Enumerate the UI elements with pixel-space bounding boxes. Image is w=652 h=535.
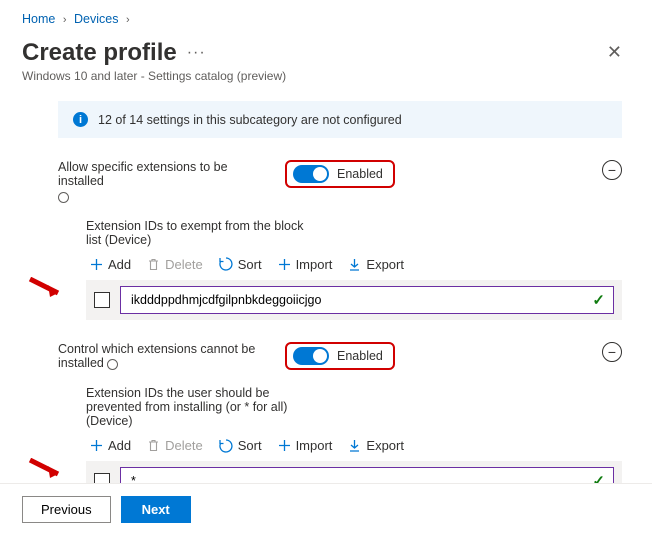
add-button[interactable]: Add: [90, 257, 131, 272]
export-button[interactable]: Export: [348, 438, 404, 453]
annotation-arrow-icon: [28, 458, 62, 480]
chevron-right-icon: ›: [122, 14, 134, 26]
page-subtitle: Windows 10 and later - Settings catalog …: [22, 69, 630, 83]
help-icon[interactable]: [107, 359, 118, 370]
sort-button[interactable]: Sort: [219, 438, 262, 453]
setting-label-allow-extensions: Allow specific extensions to be installe…: [58, 160, 228, 188]
toggle-state-label: Enabled: [337, 167, 383, 181]
delete-button: Delete: [147, 257, 203, 272]
toggle-block-extensions[interactable]: [293, 347, 329, 365]
toggle-allow-extensions-highlight: Enabled: [285, 160, 395, 188]
import-button[interactable]: Import: [278, 257, 333, 272]
breadcrumb-devices[interactable]: Devices: [74, 12, 118, 26]
add-button[interactable]: Add: [90, 438, 131, 453]
valid-check-icon: ✓: [592, 291, 605, 309]
delete-button: Delete: [147, 438, 203, 453]
chevron-right-icon: ›: [59, 14, 71, 26]
remove-setting-button[interactable]: −: [602, 342, 622, 362]
help-icon[interactable]: [58, 192, 69, 203]
info-icon: i: [73, 112, 88, 127]
subsetting-label-exempt-ids: Extension IDs to exempt from the block l…: [86, 219, 306, 247]
toggle-block-extensions-highlight: Enabled: [285, 342, 395, 370]
next-button[interactable]: Next: [121, 496, 191, 523]
toggle-allow-extensions[interactable]: [293, 165, 329, 183]
previous-button[interactable]: Previous: [22, 496, 111, 523]
info-bar: i 12 of 14 settings in this subcategory …: [58, 101, 622, 138]
extension-id-input[interactable]: [129, 292, 592, 308]
breadcrumb: Home › Devices ›: [22, 8, 630, 32]
more-actions-button[interactable]: ···: [187, 44, 206, 62]
breadcrumb-home[interactable]: Home: [22, 12, 55, 26]
annotation-arrow-icon: [28, 277, 62, 299]
subsetting-label-blocked-ids: Extension IDs the user should be prevent…: [86, 386, 306, 428]
toggle-state-label: Enabled: [337, 349, 383, 363]
extension-id-field[interactable]: ✓: [120, 286, 614, 314]
setting-label-block-extensions: Control which extensions cannot be insta…: [58, 342, 255, 370]
remove-setting-button[interactable]: −: [602, 160, 622, 180]
sort-button[interactable]: Sort: [219, 257, 262, 272]
close-button[interactable]: ✕: [599, 38, 630, 67]
export-button[interactable]: Export: [348, 257, 404, 272]
row-checkbox[interactable]: [94, 292, 110, 308]
info-bar-text: 12 of 14 settings in this subcategory ar…: [98, 113, 402, 127]
import-button[interactable]: Import: [278, 438, 333, 453]
page-title: Create profile ···: [22, 39, 206, 67]
